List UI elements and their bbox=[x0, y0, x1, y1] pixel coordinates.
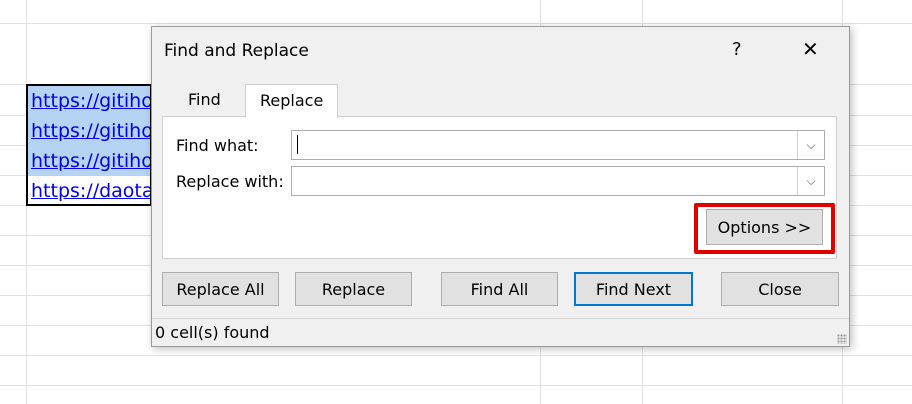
chevron-down-icon[interactable]: ⌵ bbox=[797, 131, 824, 159]
replace-with-input[interactable]: ⌵ bbox=[291, 166, 825, 196]
dialog-title: Find and Replace bbox=[164, 41, 309, 61]
find-what-label: Find what: bbox=[176, 136, 259, 155]
find-what-input[interactable]: ⌵ bbox=[291, 130, 825, 160]
cell-link[interactable]: https://gitiho bbox=[28, 86, 150, 116]
options-button[interactable]: Options >> bbox=[706, 209, 823, 245]
replace-button[interactable]: Replace bbox=[295, 272, 412, 306]
resize-grip-icon[interactable] bbox=[837, 334, 847, 344]
cell-link[interactable]: https://daota bbox=[28, 176, 150, 204]
find-next-button[interactable]: Find Next bbox=[574, 272, 693, 306]
close-icon[interactable]: ✕ bbox=[802, 37, 819, 61]
selected-range: https://gitiho https://gitiho https://gi… bbox=[26, 84, 152, 206]
tab-replace[interactable]: Replace bbox=[245, 84, 339, 118]
replace-with-label: Replace with: bbox=[176, 172, 284, 191]
replace-panel: Find what: ⌵ Replace with: ⌵ Options >> bbox=[162, 116, 837, 259]
close-button[interactable]: Close bbox=[721, 272, 839, 306]
status-text: 0 cell(s) found bbox=[155, 323, 270, 342]
cell-link[interactable]: https://gitiho bbox=[28, 146, 150, 176]
find-all-button[interactable]: Find All bbox=[441, 272, 558, 306]
cell-link[interactable]: https://gitiho bbox=[28, 116, 150, 146]
help-button[interactable]: ? bbox=[732, 39, 742, 60]
find-replace-dialog: Find and Replace ? ✕ Find Replace Find w… bbox=[151, 26, 850, 347]
chevron-down-icon[interactable]: ⌵ bbox=[797, 167, 824, 195]
tab-find[interactable]: Find bbox=[174, 84, 235, 116]
replace-all-button[interactable]: Replace All bbox=[162, 272, 279, 306]
